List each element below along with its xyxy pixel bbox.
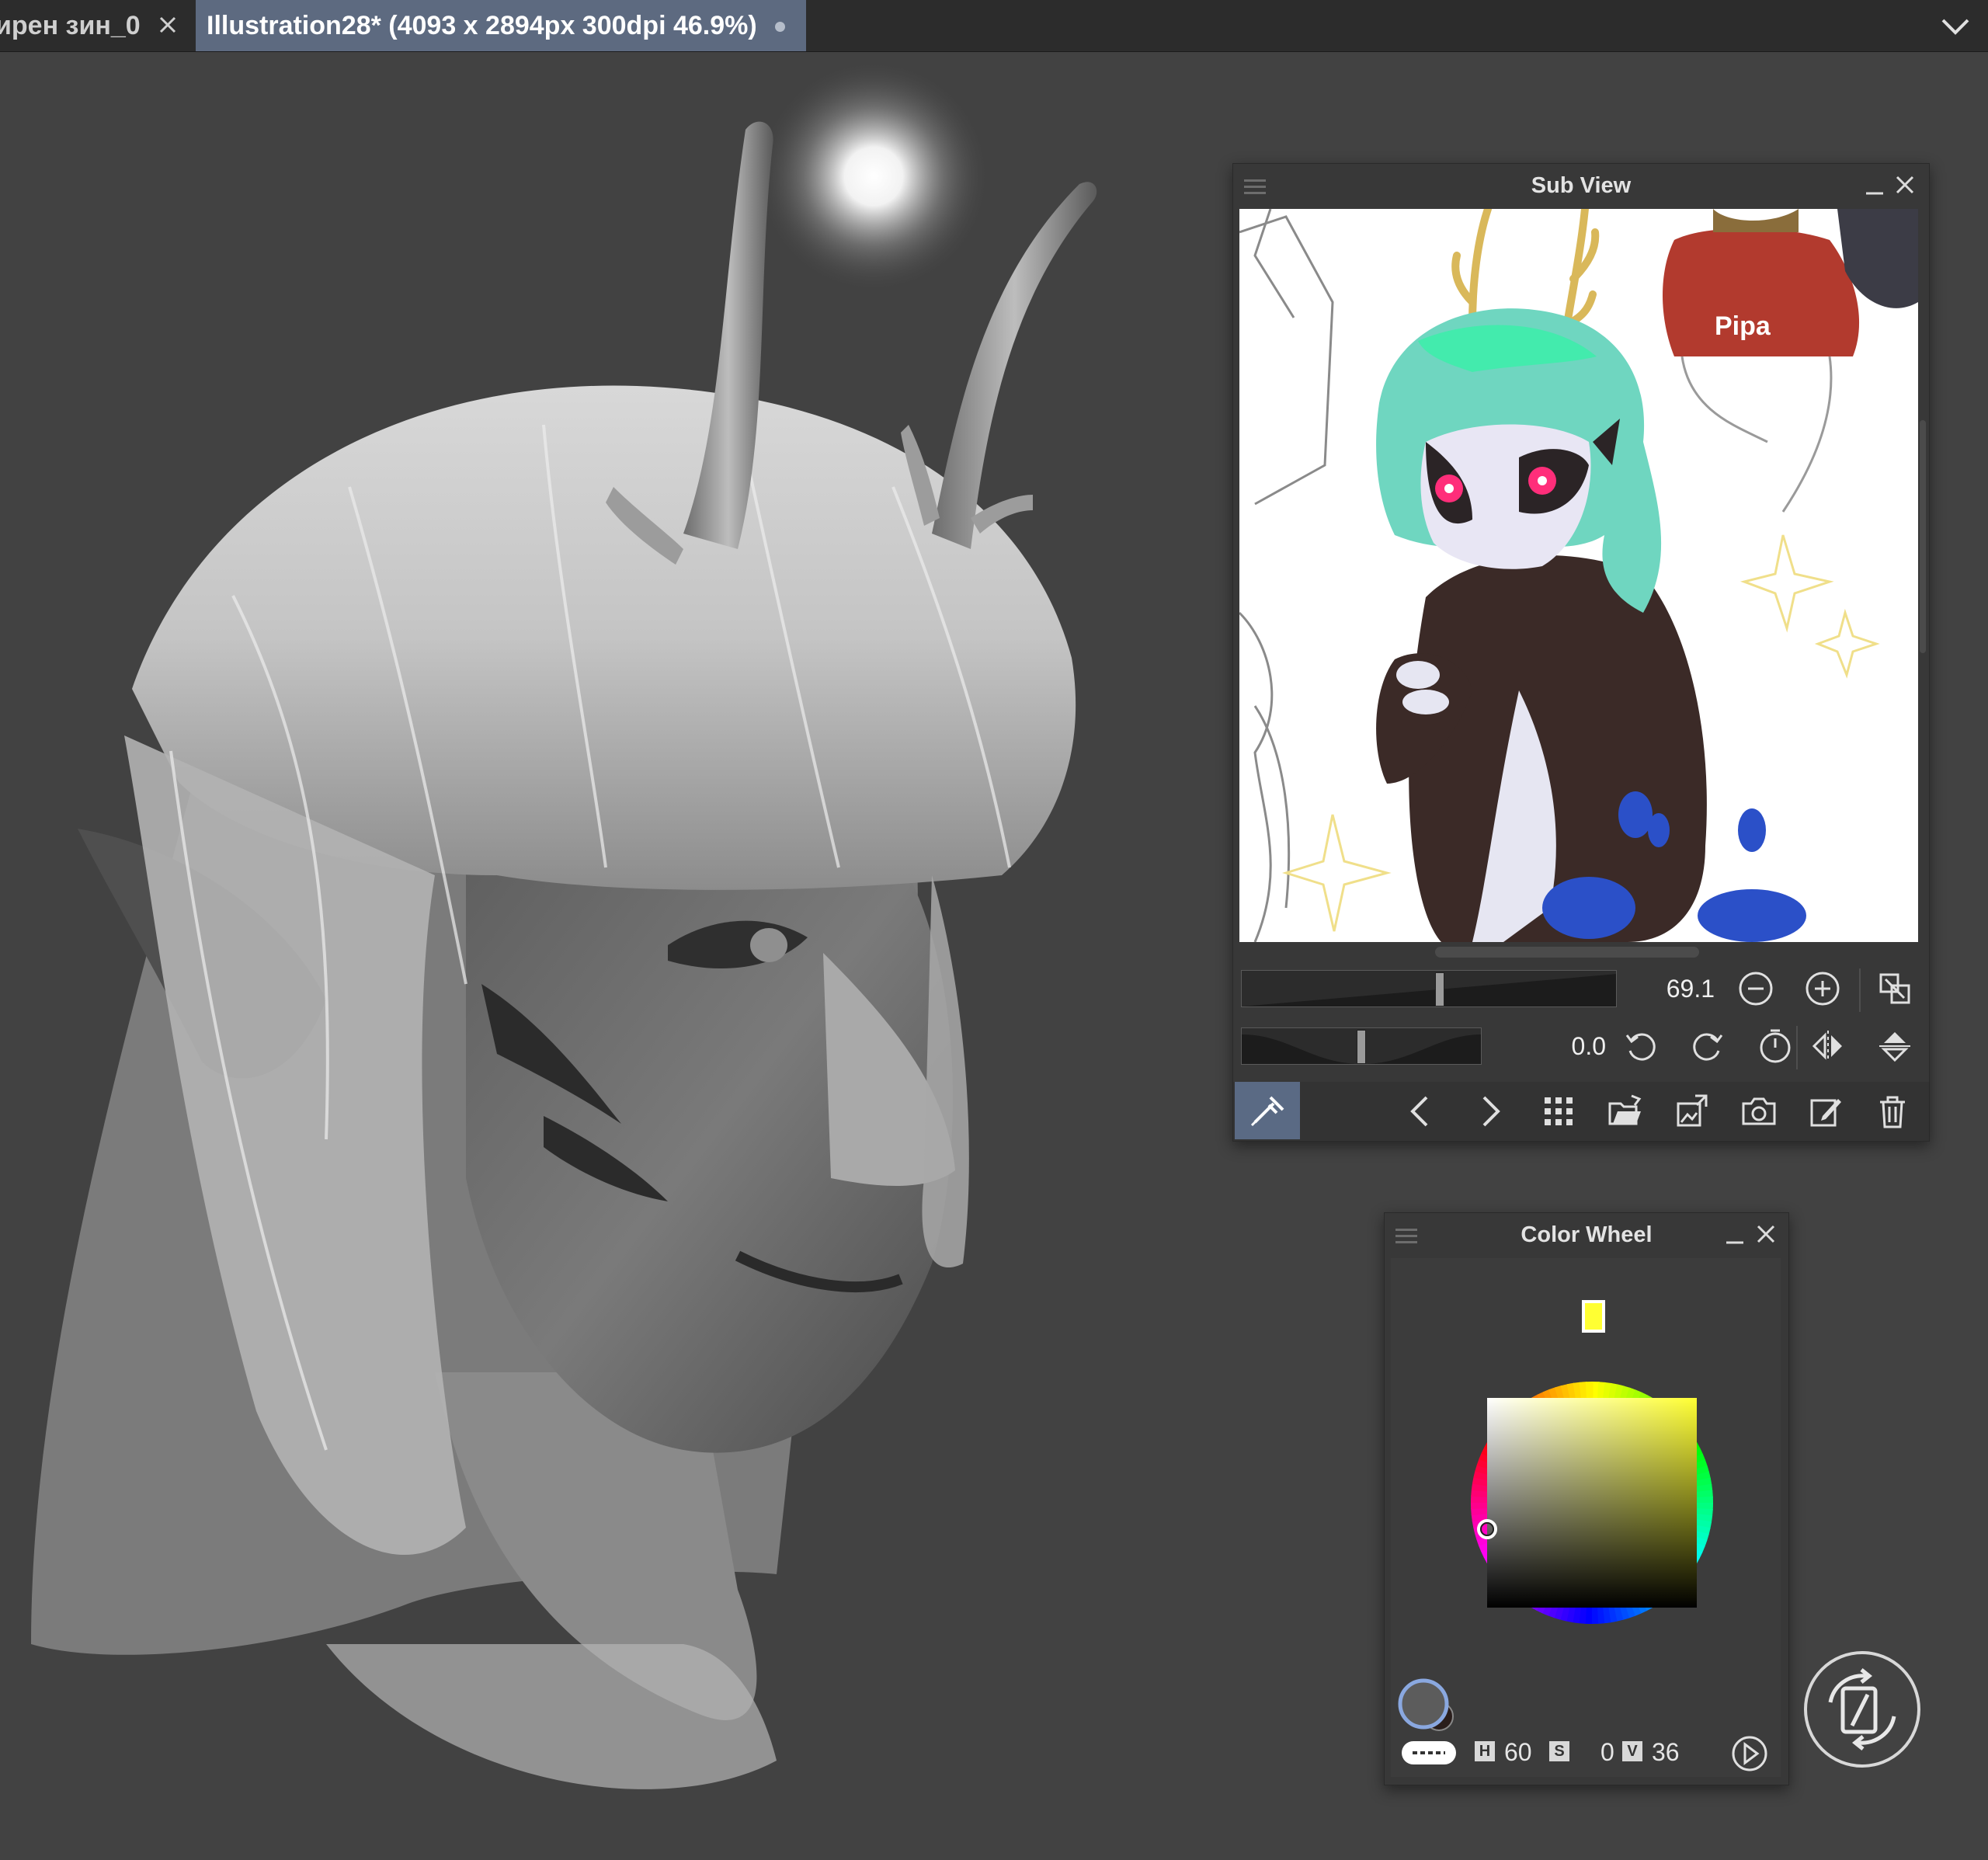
tab-document-1[interactable]: ирен зин_0 [0,0,194,51]
next-image-icon[interactable] [1468,1091,1509,1132]
chevron-down-icon[interactable] [1938,11,1972,42]
horizontal-scrollbar[interactable] [1435,947,1699,958]
play-icon[interactable] [1729,1733,1770,1774]
grid-view-icon[interactable] [1538,1091,1579,1132]
rotate-canvas-icon [1828,1668,1896,1750]
rotation-value[interactable]: 0.0 [1528,1032,1606,1061]
minimize-icon[interactable] [1863,175,1886,198]
main-color-swatch[interactable] [1398,1678,1449,1730]
zoom-in-icon[interactable] [1802,968,1843,1009]
shirt-text: Pipa [1715,311,1771,341]
v-value[interactable]: 36 [1652,1738,1680,1767]
zoom-out-icon[interactable] [1736,968,1776,1009]
delete-icon[interactable] [1872,1091,1913,1132]
unsaved-dot-icon [775,22,785,32]
flip-vertical-icon[interactable] [1875,1026,1915,1066]
zoom-slider[interactable] [1241,970,1617,1007]
eyedropper-icon[interactable] [1235,1082,1300,1139]
previous-image-icon[interactable] [1402,1091,1442,1132]
h-value[interactable]: 60 [1504,1738,1532,1767]
minimize-icon[interactable] [1723,1224,1746,1247]
sub-view-panel: Sub View Pipa 69.1 0.0 [1232,163,1930,1142]
color-wheel-panel: Color Wheel H 60 S 0 V 36 [1384,1212,1789,1785]
panel-title: Sub View [1531,172,1632,198]
h-label: H [1475,1741,1495,1761]
camera-icon[interactable] [1739,1091,1779,1132]
s-label: S [1549,1741,1569,1761]
color-wheel-body: H 60 S 0 V 36 [1391,1258,1781,1777]
s-value[interactable]: 0 [1600,1738,1614,1767]
open-folder-icon[interactable] [1605,1091,1646,1132]
rotation-slider[interactable] [1241,1027,1482,1065]
rotation-slider-knob[interactable] [1357,1030,1366,1064]
tab-label: Illustration28* (4093 x 2894px 300dpi 46… [207,10,757,40]
edit-image-icon[interactable] [1806,1091,1846,1132]
import-image-icon[interactable] [1672,1091,1712,1132]
close-icon[interactable] [1754,1222,1778,1246]
close-icon[interactable] [1893,173,1917,196]
hue-marker[interactable] [1582,1300,1605,1333]
tab-label: ирен зин_0 [0,10,141,40]
reset-rotation-icon[interactable] [1755,1026,1795,1066]
separator [1796,1026,1798,1069]
rotate-canvas-button[interactable] [1804,1651,1920,1768]
zoom-slider-knob[interactable] [1435,972,1444,1006]
close-icon[interactable] [154,11,182,39]
document-tab-bar: ирен зин_0 Illustration28* (4093 x 2894p… [0,0,1988,52]
zoom-value[interactable]: 69.1 [1629,975,1715,1003]
flip-horizontal-icon[interactable] [1808,1026,1848,1066]
tab-illustration28[interactable]: Illustration28* (4093 x 2894px 300dpi 46… [196,0,806,51]
v-label: V [1622,1741,1642,1761]
separator [1859,968,1861,1012]
fit-to-view-icon[interactable] [1875,968,1915,1009]
reference-image[interactable]: Pipa [1239,209,1918,942]
rotate-right-icon[interactable] [1687,1026,1728,1066]
rotate-left-icon[interactable] [1621,1026,1661,1066]
vertical-scrollbar[interactable] [1920,420,1926,653]
